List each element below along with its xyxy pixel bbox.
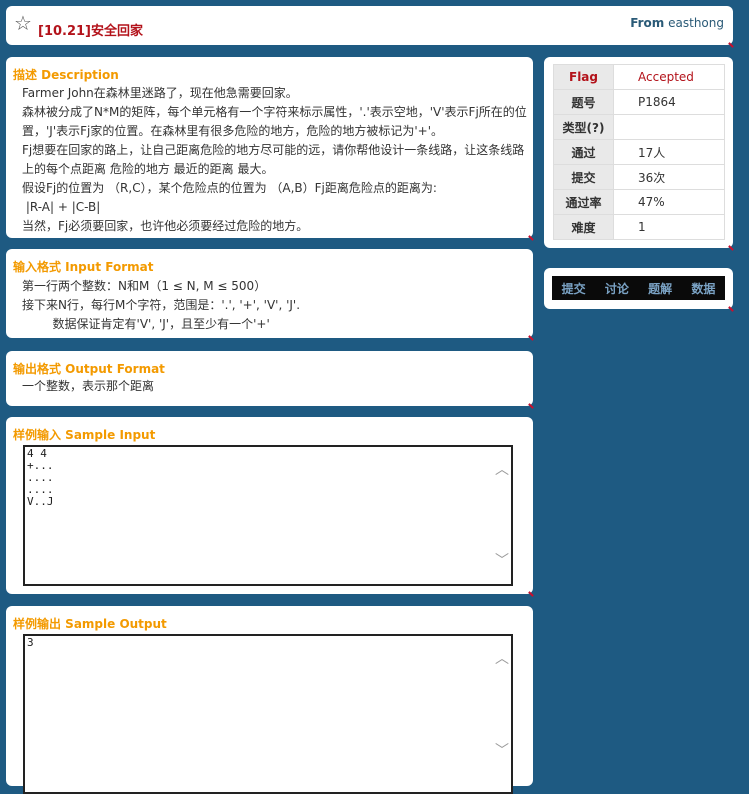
- info-value: 47%: [613, 189, 725, 215]
- info-row-difficulty: 难度 1: [553, 214, 725, 240]
- solutions-link[interactable]: 题解: [648, 280, 672, 297]
- corner-marker: [728, 243, 736, 251]
- chevron-down-icon[interactable]: ﹀: [495, 740, 509, 760]
- submit-link[interactable]: 提交: [562, 280, 586, 297]
- input-format-line: 接下来N行，每行M个字符，范围是：'.', '+', 'V', 'J'.: [22, 298, 301, 312]
- corner-marker: [528, 401, 536, 409]
- discuss-link[interactable]: 讨论: [605, 280, 629, 297]
- info-key: 题号: [553, 89, 614, 115]
- author-link[interactable]: easthong: [668, 16, 724, 30]
- sample-output-text: 3: [27, 636, 34, 649]
- corner-marker: [528, 589, 536, 597]
- sample-input-panel: 样例输入 Sample Input 4 4 +... .... .... V..…: [6, 417, 533, 594]
- info-value: [613, 114, 725, 140]
- problem-header: ☆ [10.21]安全回家 From easthong: [6, 6, 733, 45]
- corner-marker: [528, 333, 536, 341]
- corner-marker: [728, 304, 736, 312]
- chevron-up-icon[interactable]: ︿: [495, 648, 509, 668]
- problem-title: [10.21]安全回家: [38, 24, 144, 39]
- info-row-pass-rate: 通过率 47%: [553, 189, 725, 215]
- description-line: Fj想要在回家的路上，让自己距离危险的地方尽可能的远，请你帮他设计一条线路，让这…: [22, 143, 525, 157]
- info-row-flag: Flag Accepted: [553, 64, 725, 90]
- problem-info-table: Flag Accepted 题号 P1864 类型(?) 通过 17人 提交 3…: [553, 64, 725, 240]
- author-info: From easthong: [630, 16, 724, 30]
- star-outline-icon[interactable]: ☆: [14, 12, 32, 34]
- description-line: 假设Fj的位置为 （R,C），某个危险点的位置为 （A,B）Fj距离危险点的距离…: [22, 181, 437, 195]
- description-heading: 描述 Description: [13, 68, 119, 82]
- sample-output-box[interactable]: 3 ︿ ﹀: [23, 634, 513, 794]
- input-format-panel: 输入格式 Input Format 第一行两个整数：N和M（1 ≤ N, M ≤…: [6, 249, 533, 338]
- output-format-heading: 输出格式 Output Format: [13, 362, 165, 376]
- info-value-status: Accepted: [613, 64, 725, 90]
- sample-input-box[interactable]: 4 4 +... .... .... V..J ︿ ﹀: [23, 445, 513, 586]
- description-body: Farmer John在森林里迷路了，现在他急需要回家。 森林被分成了N*M的矩…: [22, 84, 527, 236]
- info-value: P1864: [613, 89, 725, 115]
- info-row-passed: 通过 17人: [553, 139, 725, 165]
- description-line: Farmer John在森林里迷路了，现在他急需要回家。: [22, 86, 298, 100]
- info-value: 36次: [613, 164, 725, 190]
- description-line: 置，'J'表示Fj家的位置。在森林里有很多危险的地方，危险的地方被标记为'+'。: [22, 124, 444, 138]
- input-format-heading: 输入格式 Input Format: [13, 260, 154, 274]
- info-key-type-link[interactable]: 类型(?): [553, 114, 614, 140]
- output-format-panel: 输出格式 Output Format 一个整数，表示那个距离: [6, 351, 533, 406]
- info-value: 1: [613, 214, 725, 240]
- output-format-line: 一个整数，表示那个距离: [22, 379, 155, 393]
- corner-marker: [528, 233, 536, 241]
- info-key: 通过率: [553, 189, 614, 215]
- description-line: |R-A| + |C-B|: [22, 200, 101, 214]
- input-format-line: 第一行两个整数：N和M（1 ≤ N, M ≤ 500）: [22, 279, 267, 293]
- corner-marker: [728, 40, 736, 48]
- chevron-down-icon[interactable]: ﹀: [495, 550, 509, 570]
- info-value: 17人: [613, 139, 725, 165]
- sample-input-text: 4 4 +... .... .... V..J: [27, 447, 54, 508]
- info-row-type: 类型(?): [553, 114, 725, 140]
- action-bar: 提交 讨论 题解 数据: [552, 276, 725, 300]
- sample-output-heading: 样例输出 Sample Output: [13, 617, 167, 631]
- output-format-body: 一个整数，表示那个距离: [22, 377, 154, 396]
- description-line: 森林被分成了N*M的矩阵，每个单元格有一个字符来标示属性，'.'表示空地，'V'…: [22, 105, 527, 119]
- info-key: Flag: [553, 64, 614, 90]
- info-key: 提交: [553, 164, 614, 190]
- from-label: From: [630, 16, 665, 30]
- input-format-body: 第一行两个整数：N和M（1 ≤ N, M ≤ 500） 接下来N行，每行M个字符…: [22, 277, 300, 334]
- sample-output-panel: 样例输出 Sample Output 3 ︿ ﹀: [6, 606, 533, 794]
- problem-info-panel: Flag Accepted 题号 P1864 类型(?) 通过 17人 提交 3…: [544, 57, 733, 248]
- info-key: 难度: [553, 214, 614, 240]
- description-line: 上的每个点距离 危险的地方 最近的距离 最大。: [22, 162, 274, 176]
- actions-panel: 提交 讨论 题解 数据: [544, 268, 733, 309]
- chevron-up-icon[interactable]: ︿: [495, 459, 509, 479]
- input-format-line: 数据保证肯定有'V', 'J'，且至少有一个'+': [22, 317, 270, 331]
- description-line: 当然，Fj必须要回家，也许他必须要经过危险的地方。: [22, 219, 309, 233]
- info-row-id: 题号 P1864: [553, 89, 725, 115]
- data-link[interactable]: 数据: [691, 280, 715, 297]
- sample-input-heading: 样例输入 Sample Input: [13, 428, 156, 442]
- info-row-submitted: 提交 36次: [553, 164, 725, 190]
- info-key: 通过: [553, 139, 614, 165]
- description-panel: 描述 Description Farmer John在森林里迷路了，现在他急需要…: [6, 57, 533, 238]
